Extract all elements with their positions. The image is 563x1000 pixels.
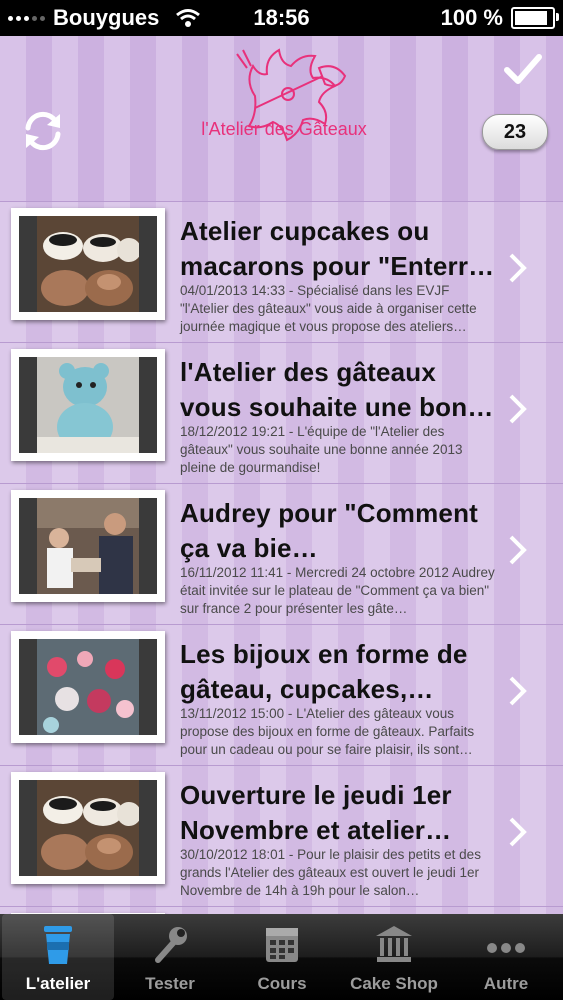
cupcakes-image <box>37 216 139 312</box>
logo-text: l'Atelier des Gâteaux <box>201 119 367 139</box>
battery-status: 100 % <box>440 5 559 31</box>
bank-icon <box>376 926 412 962</box>
count-badge: 23 <box>482 114 548 150</box>
battery-text: 100 % <box>440 5 503 30</box>
chevron-right-icon <box>509 817 527 847</box>
article-title: l'Atelier des gâteaux vous souhaite une … <box>180 357 494 422</box>
thumbnail <box>11 490 165 602</box>
article-summary: 04/01/2013 14:33 - Spécialisé dans les E… <box>180 283 477 334</box>
list-item[interactable]: Atelier cupcakes ou macarons pour "Enter… <box>0 201 563 342</box>
tab-bar: L'atelier Tester Cours Cake Shop Autre <box>0 914 563 1000</box>
tab-label: Tester <box>145 974 195 993</box>
tab-cake-shop[interactable]: Cake Shop <box>338 914 450 1000</box>
list-item[interactable]: l'Atelier des gâteaux vous souhaite une … <box>0 342 563 483</box>
tab-label: Autre <box>483 974 529 993</box>
refresh-icon[interactable] <box>20 108 66 154</box>
tab-label: Cours <box>257 974 307 993</box>
thumbnail <box>11 631 165 743</box>
more-icon <box>487 943 525 953</box>
chevron-right-icon <box>509 535 527 565</box>
article-title: Audrey pour "Comment ça va bie… <box>180 498 479 563</box>
list-item[interactable]: Les bijoux en forme de gâteau, cupcakes,… <box>0 624 563 765</box>
article-summary: 30/10/2012 18:01 - Pour le plaisir des p… <box>180 847 481 898</box>
list-item[interactable] <box>0 906 563 914</box>
header: l'Atelier des Gâteaux 23 <box>0 36 563 198</box>
article-title: Les bijoux en forme de gâteau, cupcakes,… <box>180 639 468 704</box>
tab-label: L'atelier <box>25 974 91 993</box>
article-summary: 18/12/2012 19:21 - L'équipe de "l'Atelie… <box>180 424 463 475</box>
chevron-right-icon <box>509 676 527 706</box>
wrench-icon <box>155 927 187 963</box>
thumbnail <box>11 208 165 320</box>
article-list: Atelier cupcakes ou macarons pour "Enter… <box>0 201 563 914</box>
thumbnail <box>11 349 165 461</box>
list-item[interactable]: Ouverture le jeudi 1er Novembre et ateli… <box>0 765 563 906</box>
thumbnail <box>11 772 165 884</box>
chevron-right-icon <box>509 394 527 424</box>
bear-cake-image <box>37 357 139 453</box>
check-icon[interactable] <box>503 52 543 88</box>
article-title: Atelier cupcakes ou macarons pour "Enter… <box>180 216 495 281</box>
tv-show-image <box>37 498 139 594</box>
tab-autre[interactable]: Autre <box>450 914 562 1000</box>
jewels-image <box>37 639 139 735</box>
calendar-icon <box>266 928 298 962</box>
tab-atelier[interactable]: L'atelier <box>2 914 114 1000</box>
tab-tester[interactable]: Tester <box>114 914 226 1000</box>
list-item[interactable]: Audrey pour "Comment ça va bie… 16/11/20… <box>0 483 563 624</box>
battery-icon <box>511 7 559 29</box>
article-summary: 16/11/2012 11:41 - Mercredi 24 octobre 2… <box>180 565 495 616</box>
app-content: l'Atelier des Gâteaux 23 Atelier cupcake… <box>0 36 563 914</box>
tab-label: Cake Shop <box>350 974 438 993</box>
article-summary: 13/11/2012 15:00 - L'Atelier des gâteaux… <box>180 706 475 757</box>
chevron-right-icon <box>509 253 527 283</box>
tab-cours[interactable]: Cours <box>226 914 338 1000</box>
cup-icon <box>44 926 72 964</box>
cupcakes-image <box>37 780 139 876</box>
article-title: Ouverture le jeudi 1er Novembre et ateli… <box>180 780 452 845</box>
status-bar: Bouygues 18:56 100 % <box>0 0 563 36</box>
